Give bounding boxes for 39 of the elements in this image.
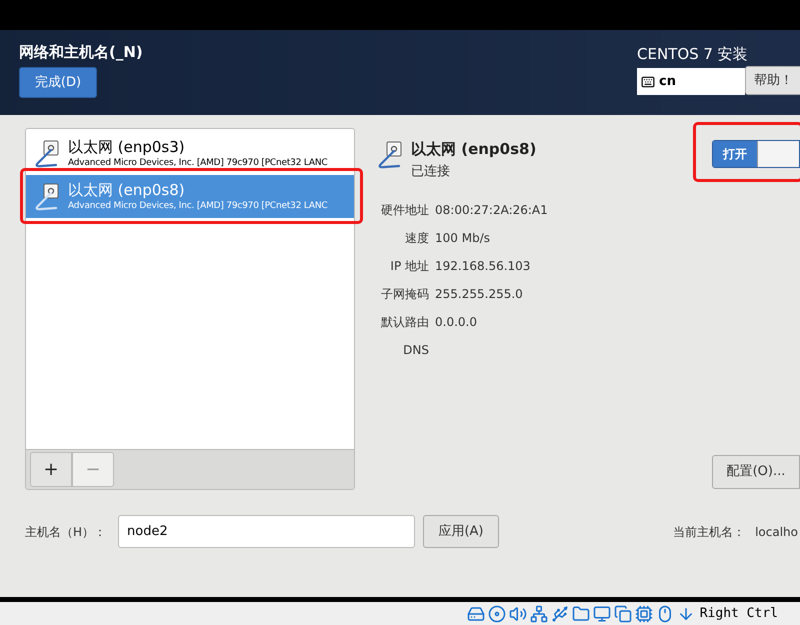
keyboard-icon xyxy=(641,74,655,88)
product-title: CENTOS 7 安装 xyxy=(637,44,748,64)
field-label: IP 地址 xyxy=(389,258,429,274)
hostname-label: 主机名（H）： xyxy=(25,524,108,540)
add-button[interactable]: + xyxy=(30,452,72,487)
field-label: 默认路由 xyxy=(380,314,429,330)
monitor-icon[interactable] xyxy=(592,604,611,622)
field-value: 255.255.255.0 xyxy=(435,286,524,302)
hostname-field[interactable]: node2 xyxy=(118,515,415,548)
field-value: 192.168.56.103 xyxy=(435,258,532,274)
toggle-switch[interactable]: 打开 xyxy=(712,140,800,168)
disc-icon[interactable] xyxy=(488,604,506,622)
usb-icon[interactable] xyxy=(550,604,569,622)
field-label: 子网掩码 xyxy=(380,286,429,302)
current-hostname-value: localho xyxy=(755,524,798,540)
page-title: 网络和主机名(_N) xyxy=(19,43,143,61)
field-value: 100 Mb/s xyxy=(435,230,491,246)
device-description: Advanced Micro Devices, Inc. [AMD] 79c970 [PCnet32 LANC xyxy=(68,157,328,169)
device-name: 以太网 (enp0s8) xyxy=(68,181,186,200)
speaker-icon[interactable] xyxy=(508,604,527,622)
chip-icon[interactable] xyxy=(634,604,653,622)
device-name: 以太网 (enp0s3) xyxy=(68,138,186,157)
connection-status: 已连接 xyxy=(411,163,451,181)
host-key-label: Right Ctrl xyxy=(700,604,778,623)
field-value: 08:00:27:2A:26:A1 xyxy=(435,202,548,218)
folder-icon[interactable] xyxy=(572,604,590,622)
keyboard-layout-field[interactable]: cn xyxy=(637,68,745,95)
field-value: 0.0.0.0 xyxy=(435,314,478,330)
field-label: 硬件地址 xyxy=(380,202,429,218)
network-icon[interactable] xyxy=(530,604,548,622)
field-label: DNS xyxy=(402,342,429,358)
done-button[interactable]: 完成(D) xyxy=(19,67,97,98)
configure-button[interactable]: 配置(O)... xyxy=(712,454,800,488)
device-description: Advanced Micro Devices, Inc. [AMD] 79c970 [PCnet32 LANC xyxy=(68,200,328,212)
device-title: 以太网 (enp0s8) xyxy=(411,140,536,158)
apply-button[interactable]: 应用(A) xyxy=(423,515,499,548)
help-button[interactable]: 帮助！ xyxy=(745,66,800,95)
field-label: 速度 xyxy=(404,230,429,246)
current-hostname-label: 当前主机名： xyxy=(673,524,746,540)
